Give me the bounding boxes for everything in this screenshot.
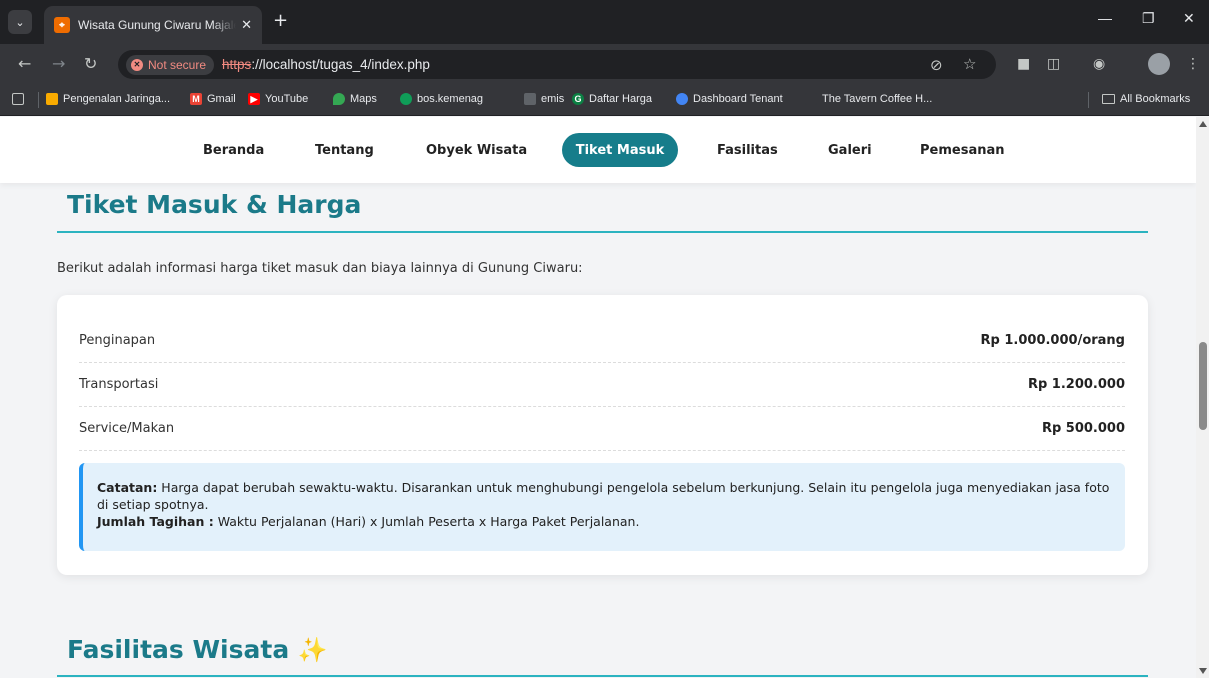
scrollbar-thumb[interactable] (1199, 342, 1207, 430)
kemenag-icon (400, 93, 412, 105)
bookmark-item[interactable]: Pengenalan Jaringa... (46, 93, 170, 105)
eye-off-icon[interactable]: ⊘ (930, 56, 943, 74)
catatan-note: Catatan: Harga dapat berubah sewaktu-wak… (79, 463, 1125, 551)
nav-galeri[interactable]: Galeri (828, 143, 872, 158)
nav-tentang[interactable]: Tentang (315, 143, 374, 158)
bookmark-item[interactable]: M Gmail (190, 93, 236, 105)
bookmark-label: Maps (350, 93, 377, 105)
url-path: ://localhost/tugas_4/index.php (251, 57, 430, 72)
jumlah-tagihan-text: Waktu Perjalanan (Hari) x Jumlah Peserta… (213, 514, 640, 529)
apps-grid-icon[interactable] (12, 93, 29, 105)
nav-pemesanan[interactable]: Pemesanan (920, 143, 1005, 158)
fasilitas-title-text: Fasilitas Wisata (67, 635, 290, 664)
bookmark-item[interactable]: bos.kemenag (400, 93, 483, 105)
security-chip[interactable]: ✕ Not secure (126, 54, 215, 75)
restore-icon[interactable]: ❐ (1142, 10, 1155, 27)
emis-icon (524, 93, 536, 105)
extension-doc-icon[interactable]: ■ (1017, 56, 1030, 72)
bookmark-item[interactable]: Maps (333, 93, 377, 105)
bookmark-item[interactable]: The Tavern Coffee H... (805, 93, 932, 105)
tiket-section-title: Tiket Masuk & Harga (67, 190, 362, 219)
price-card: Penginapan Rp 1.000.000/orang Transporta… (57, 295, 1148, 575)
price-value: Rp 1.200.000 (1027, 377, 1125, 392)
site-navbar: Beranda Tentang Obyek Wisata Tiket Masuk… (0, 117, 1196, 183)
sparkles-icon: ✨ (297, 636, 328, 664)
fasilitas-section-title: Fasilitas Wisata ✨ (67, 635, 328, 664)
back-arrow-icon[interactable]: ← (18, 54, 31, 74)
price-label: Transportasi (79, 377, 159, 392)
minimize-icon[interactable]: — (1098, 10, 1112, 26)
profile-avatar[interactable] (1148, 53, 1170, 75)
browser-tab[interactable]: ⌖ Wisata Gunung Ciwaru Majalengka ✕ (44, 6, 262, 44)
catatan-text: Harga dapat berubah sewaktu-waktu. Disar… (97, 480, 1110, 512)
scroll-down-arrow-icon[interactable] (1199, 668, 1207, 674)
tab-title: Wisata Gunung Ciwaru Majalengka (78, 18, 236, 32)
bookmark-label: Pengenalan Jaringa... (63, 93, 171, 105)
tab-search-chevron-icon[interactable]: ⌄ (8, 10, 32, 34)
address-bar[interactable]: ✕ Not secure https://localhost/tugas_4/i… (118, 50, 996, 79)
xampp-favicon-icon: ⌖ (54, 17, 70, 33)
bookmark-label: All Bookmarks (1120, 93, 1191, 105)
bookmark-item[interactable]: Dashboard Tenant (676, 93, 783, 105)
tavern-icon (805, 93, 817, 105)
jumlah-tagihan-line: Jumlah Tagihan : Waktu Perjalanan (Hari)… (97, 513, 1111, 530)
url-scheme: https (222, 57, 252, 72)
bookmark-star-icon[interactable]: ☆ (963, 55, 976, 73)
reload-icon[interactable]: ↻ (84, 54, 97, 74)
section-divider (57, 675, 1148, 677)
all-bookmarks[interactable]: All Bookmarks (1102, 93, 1190, 105)
daftar-harga-icon: G (572, 93, 584, 105)
price-row: Penginapan Rp 1.000.000/orang (79, 319, 1125, 363)
bookmark-item[interactable]: emis (524, 93, 564, 105)
catatan-label: Catatan: (97, 480, 158, 495)
forward-arrow-icon[interactable]: → (52, 54, 65, 74)
tiket-intro-text: Berikut adalah informasi harga tiket mas… (57, 261, 583, 276)
bookmark-favicon-icon (46, 93, 58, 105)
window-close-icon[interactable]: ✕ (1183, 10, 1195, 27)
dashboard-icon (676, 93, 688, 105)
browser-toolbar: ← → ↻ ✕ Not secure https://localhost/tug… (0, 44, 1209, 84)
bookmark-label: bos.kemenag (417, 93, 484, 105)
extensions-puzzle-icon[interactable]: ◫ (1047, 56, 1060, 72)
price-value: Rp 500.000 (1041, 421, 1125, 436)
not-secure-icon: ✕ (131, 58, 143, 71)
section-divider (57, 231, 1148, 233)
more-menu-icon[interactable]: ⋮ (1186, 56, 1200, 72)
url-text: https://localhost/tugas_4/index.php (222, 57, 430, 72)
catatan-line: Catatan: Harga dapat berubah sewaktu-wak… (97, 479, 1111, 513)
bookmark-label: Dashboard Tenant (693, 93, 783, 105)
bookmark-label: YouTube (265, 93, 309, 105)
price-value: Rp 1.000.000/orang (980, 333, 1125, 348)
nav-beranda[interactable]: Beranda (203, 143, 264, 158)
tab-close-icon[interactable]: ✕ (241, 18, 252, 33)
security-label: Not secure (148, 57, 207, 72)
jumlah-tagihan-label: Jumlah Tagihan : (97, 514, 214, 529)
bookmark-item[interactable]: G Daftar Harga (572, 93, 652, 105)
bookmark-label: Gmail (207, 93, 236, 105)
new-tab-plus-icon[interactable]: + (273, 11, 288, 31)
price-label: Service/Makan (79, 421, 175, 436)
bookmark-label: Daftar Harga (589, 93, 652, 105)
page-viewport: Beranda Tentang Obyek Wisata Tiket Masuk… (0, 117, 1196, 678)
nav-obyek-wisata[interactable]: Obyek Wisata (426, 143, 527, 158)
gmail-icon: M (190, 93, 202, 105)
bookmark-item[interactable]: ▶ YouTube (248, 93, 308, 105)
maps-pin-icon (333, 93, 345, 105)
google-lens-icon[interactable]: ◉ (1093, 56, 1105, 72)
bookmark-label: The Tavern Coffee H... (822, 93, 933, 105)
page-scrollbar[interactable] (1196, 117, 1209, 678)
price-label: Penginapan (79, 333, 156, 348)
nav-fasilitas[interactable]: Fasilitas (717, 143, 778, 158)
nav-tiket-masuk[interactable]: Tiket Masuk (562, 133, 678, 167)
youtube-icon: ▶ (248, 93, 260, 105)
price-row: Transportasi Rp 1.200.000 (79, 363, 1125, 407)
scroll-up-arrow-icon[interactable] (1199, 121, 1207, 127)
bookmark-label: emis (541, 93, 565, 105)
price-row: Service/Makan Rp 500.000 (79, 407, 1125, 451)
bookmarks-bar: Pengenalan Jaringa... M Gmail ▶ YouTube Ma… (0, 84, 1209, 116)
browser-tab-bar: ⌄ ⌖ Wisata Gunung Ciwaru Majalengka ✕ + … (0, 0, 1209, 44)
folder-icon (1102, 94, 1115, 104)
